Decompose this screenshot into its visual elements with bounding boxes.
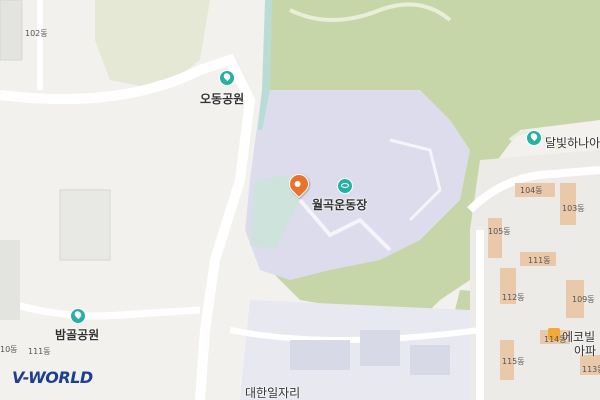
- vworld-logo: V-WORLD: [12, 368, 93, 387]
- park-label-bamgol[interactable]: 밤골공원: [55, 326, 99, 343]
- building-label: 10동: [0, 345, 18, 354]
- park-icon[interactable]: [219, 70, 235, 86]
- place-label-dalbit[interactable]: 달빛하나아: [545, 134, 600, 151]
- building-label: 113동: [582, 365, 600, 374]
- park-label-odong[interactable]: 오동공원: [200, 90, 244, 107]
- building-label: 111동: [28, 347, 51, 356]
- building-label: 115동: [502, 357, 525, 366]
- park-label-wolgok-stadium[interactable]: 월곡운동장: [312, 196, 367, 213]
- stadium-icon[interactable]: [337, 178, 353, 194]
- place-label-apa[interactable]: 아파: [574, 342, 596, 359]
- building-label: 109동: [572, 295, 595, 304]
- building-label: 105동: [488, 227, 511, 236]
- place-label-daehan[interactable]: 대한일자리: [245, 384, 300, 400]
- building-label: 103동: [562, 204, 585, 213]
- building-label: 112동: [502, 293, 525, 302]
- building-label: 111동: [528, 256, 551, 265]
- apartment-icon[interactable]: [526, 130, 542, 146]
- park-icon[interactable]: [70, 308, 86, 324]
- building-label: 114동: [544, 335, 567, 344]
- building-label: 102동: [25, 29, 48, 38]
- building-label: 104동: [520, 186, 543, 195]
- map-view[interactable]: 오동공원 월곡운동장 밤골공원 달빛하나아 에코빌 아파 대한일자리 102동 …: [0, 0, 600, 400]
